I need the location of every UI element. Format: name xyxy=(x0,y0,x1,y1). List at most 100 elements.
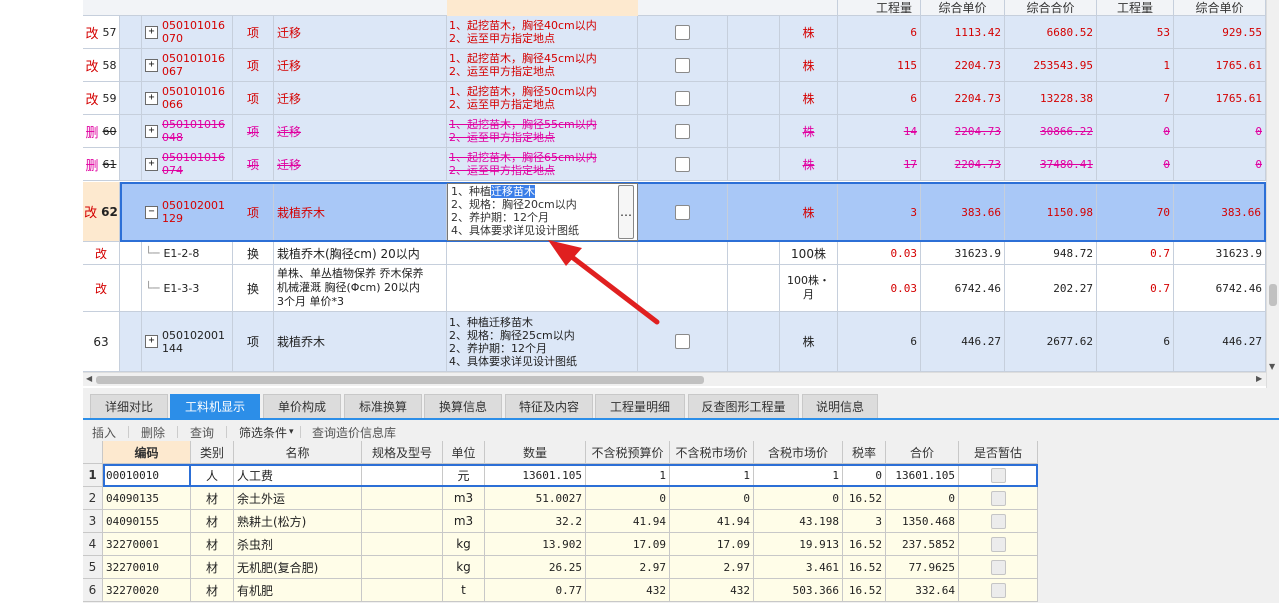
resource-total-cell[interactable]: 77.9625 xyxy=(886,556,959,579)
checkbox[interactable] xyxy=(675,204,690,220)
resource-unit-cell[interactable]: m3 xyxy=(443,487,485,510)
resource-p2-cell[interactable]: 1 xyxy=(670,464,754,487)
tab-features-content[interactable]: 特征及内容 xyxy=(505,394,593,418)
resource-cat-cell[interactable]: 人 xyxy=(191,464,234,487)
col-spec[interactable]: 规格及型号 xyxy=(362,441,443,464)
vertical-scrollbar-thumb[interactable] xyxy=(1269,284,1277,306)
resource-cat-cell[interactable]: 材 xyxy=(191,556,234,579)
row-header-62[interactable]: 改 62 xyxy=(83,182,120,242)
resource-total-cell[interactable]: 1350.468 xyxy=(886,510,959,533)
resource-tax-cell[interactable]: 16.52 xyxy=(843,556,886,579)
resource-p2-cell[interactable]: 0 xyxy=(670,487,754,510)
resource-name-cell[interactable]: 无机肥(复合肥) xyxy=(234,556,362,579)
tab-unit-price-breakdown[interactable]: 单价构成 xyxy=(263,394,341,418)
desc-selected-text[interactable]: 迁移苗木 xyxy=(491,185,535,198)
resource-cat-cell[interactable]: 材 xyxy=(191,510,234,533)
resource-est-cell[interactable] xyxy=(959,487,1038,510)
resource-p2-cell[interactable]: 41.94 xyxy=(670,510,754,533)
checkbox[interactable] xyxy=(675,90,690,106)
resource-p1-cell[interactable]: 17.09 xyxy=(586,533,670,556)
checkbox[interactable] xyxy=(675,156,690,172)
resource-spec-cell[interactable] xyxy=(362,510,443,533)
resource-code-cell[interactable]: 00010010 xyxy=(103,464,191,487)
resource-p3-cell[interactable]: 0 xyxy=(754,487,843,510)
resource-qty-cell[interactable]: 51.0027 xyxy=(485,487,586,510)
resource-unit-cell[interactable]: 元 xyxy=(443,464,485,487)
resource-p2-cell[interactable]: 17.09 xyxy=(670,533,754,556)
resource-total-cell[interactable]: 0 xyxy=(886,487,959,510)
row-code-cell[interactable]: +050101016066 xyxy=(142,82,233,115)
resource-p3-cell[interactable]: 43.198 xyxy=(754,510,843,533)
resource-unit-cell[interactable]: kg xyxy=(443,533,485,556)
delete-button[interactable]: 删除 xyxy=(141,424,165,440)
resource-p3-cell[interactable]: 3.461 xyxy=(754,556,843,579)
query-button[interactable]: 查询 xyxy=(190,424,214,440)
resource-spec-cell[interactable] xyxy=(362,487,443,510)
col-name[interactable]: 名称 xyxy=(234,441,362,464)
resource-unit-cell[interactable]: t xyxy=(443,579,485,602)
resource-code-cell[interactable]: 04090135 xyxy=(103,487,191,510)
resource-est-cell[interactable] xyxy=(959,579,1038,602)
filter-dropdown[interactable]: 筛选条件 ▾ xyxy=(239,424,294,440)
resource-p2-cell[interactable]: 432 xyxy=(670,579,754,602)
resource-cat-cell[interactable]: 材 xyxy=(191,487,234,510)
provisional-checkbox[interactable] xyxy=(990,559,1006,575)
resource-total-cell[interactable]: 13601.105 xyxy=(886,464,959,487)
resource-tax-cell[interactable]: 16.52 xyxy=(843,579,886,602)
row-header[interactable]: 删 60 xyxy=(83,115,120,148)
resource-p1-cell[interactable]: 1 xyxy=(586,464,670,487)
resource-n-cell[interactable]: 6 xyxy=(83,579,103,602)
resource-est-cell[interactable] xyxy=(959,464,1038,487)
resource-est-cell[interactable] xyxy=(959,556,1038,579)
checkbox[interactable] xyxy=(675,24,690,40)
resource-code-cell[interactable]: 32270001 xyxy=(103,533,191,556)
expand-icon[interactable]: + xyxy=(145,157,158,171)
resource-qty-cell[interactable]: 13.902 xyxy=(485,533,586,556)
resource-name-cell[interactable]: 余土外运 xyxy=(234,487,362,510)
resource-p3-cell[interactable]: 503.366 xyxy=(754,579,843,602)
resource-tax-cell[interactable]: 16.52 xyxy=(843,533,886,556)
col-code[interactable]: 编码 xyxy=(103,441,191,464)
col-pretax-market-price[interactable]: 不含税市场价 xyxy=(670,441,754,464)
resource-total-cell[interactable]: 332.64 xyxy=(886,579,959,602)
resource-cat-cell[interactable]: 材 xyxy=(191,533,234,556)
resource-code-cell[interactable]: 04090155 xyxy=(103,510,191,533)
resource-p3-cell[interactable]: 1 xyxy=(754,464,843,487)
query-price-button[interactable]: 查询造价信息库 xyxy=(312,424,396,440)
resource-n-cell[interactable]: 1 xyxy=(83,464,103,487)
checkbox[interactable] xyxy=(675,57,690,73)
col-tax-rate[interactable]: 税率 xyxy=(843,441,886,464)
resource-n-cell[interactable]: 5 xyxy=(83,556,103,579)
col-quantity[interactable]: 数量 xyxy=(485,441,586,464)
resource-total-cell[interactable]: 237.5852 xyxy=(886,533,959,556)
resource-name-cell[interactable]: 人工费 xyxy=(234,464,362,487)
col-category[interactable]: 类别 xyxy=(191,441,234,464)
ellipsis-button[interactable]: … xyxy=(618,185,634,239)
row-63-code[interactable]: + 050102001144 xyxy=(142,312,233,372)
resource-code-cell[interactable]: 32270010 xyxy=(103,556,191,579)
resource-p1-cell[interactable]: 2.97 xyxy=(586,556,670,579)
resource-qty-cell[interactable]: 13601.105 xyxy=(485,464,586,487)
resource-unit-cell[interactable]: m3 xyxy=(443,510,485,533)
resource-p1-cell[interactable]: 41.94 xyxy=(586,510,670,533)
vertical-scrollbar[interactable] xyxy=(1266,0,1279,390)
resource-qty-cell[interactable]: 32.2 xyxy=(485,510,586,533)
provisional-checkbox[interactable] xyxy=(990,536,1006,552)
resource-tax-cell[interactable]: 16.52 xyxy=(843,487,886,510)
checkbox[interactable] xyxy=(675,123,690,139)
horizontal-scrollbar-thumb[interactable] xyxy=(96,376,704,384)
resource-spec-cell[interactable] xyxy=(362,556,443,579)
resource-unit-cell[interactable]: kg xyxy=(443,556,485,579)
col-unit[interactable]: 单位 xyxy=(443,441,485,464)
resource-tax-cell[interactable]: 0 xyxy=(843,464,886,487)
expand-icon[interactable]: + xyxy=(145,58,158,72)
checkbox[interactable] xyxy=(675,334,690,349)
row-code-cell[interactable]: +050101016048 xyxy=(142,115,233,148)
expand-icon[interactable]: + xyxy=(145,91,158,105)
row-code-cell[interactable]: +050101016067 xyxy=(142,49,233,82)
resource-p1-cell[interactable]: 0 xyxy=(586,487,670,510)
collapse-icon[interactable]: − xyxy=(145,205,158,219)
resource-n-cell[interactable]: 2 xyxy=(83,487,103,510)
resource-n-cell[interactable]: 3 xyxy=(83,510,103,533)
tab-standard-conversion[interactable]: 标准换算 xyxy=(344,394,422,418)
